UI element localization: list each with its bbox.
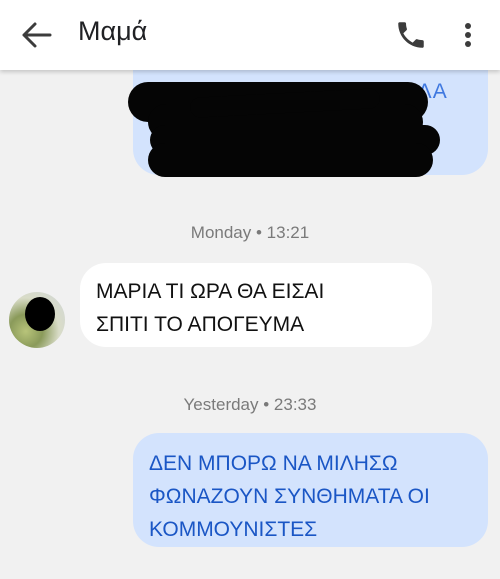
message-line: ΣΠΙΤΙ ΤΟ ΑΠΟΓΕΥΜΑ [96, 313, 305, 336]
message-timestamp: Monday • 13:21 [190, 223, 310, 242]
back-button[interactable] [20, 20, 56, 50]
more-vert-icon [465, 23, 471, 47]
phone-icon [398, 22, 424, 48]
app-bar: Μαμά [0, 0, 500, 70]
message-line: ΔΕΝ ΜΠΟΡΩ ΝΑ ΜΙΛΗΣΩ [149, 452, 398, 475]
more-options-button[interactable] [455, 18, 481, 52]
call-button[interactable] [394, 18, 428, 52]
avatar[interactable] [9, 292, 65, 348]
message-line: ΜΑΡΙΑ ΤΙ ΩΡΑ ΘΑ ΕΙΣΑΙ [96, 280, 325, 303]
message-timestamp: Yesterday • 23:33 [183, 395, 317, 414]
incoming-message[interactable]: ΜΑΡΙΑ ΤΙ ΩΡΑ ΘΑ ΕΙΣΑΙ ΣΠΙΤΙ ΤΟ ΑΠΟΓΕΥΜΑ [80, 263, 432, 347]
avatar-redaction [25, 297, 55, 331]
message-line: ΦΩΝΑΖΟΥΝ ΣΥΝΘΗΜΑΤΑ ΟΙ [149, 485, 430, 508]
contact-name: Μαμά [78, 16, 148, 46]
outgoing-message[interactable]: ΔΕΝ ΜΠΟΡΩ ΝΑ ΜΙΛΗΣΩ ΦΩΝΑΖΟΥΝ ΣΥΝΘΗΜΑΤΑ Ο… [133, 433, 488, 547]
message-line: ΚΟΜΜΟΥΝΙΣΤΕΣ [149, 518, 318, 541]
arrow-back-icon [22, 22, 52, 48]
